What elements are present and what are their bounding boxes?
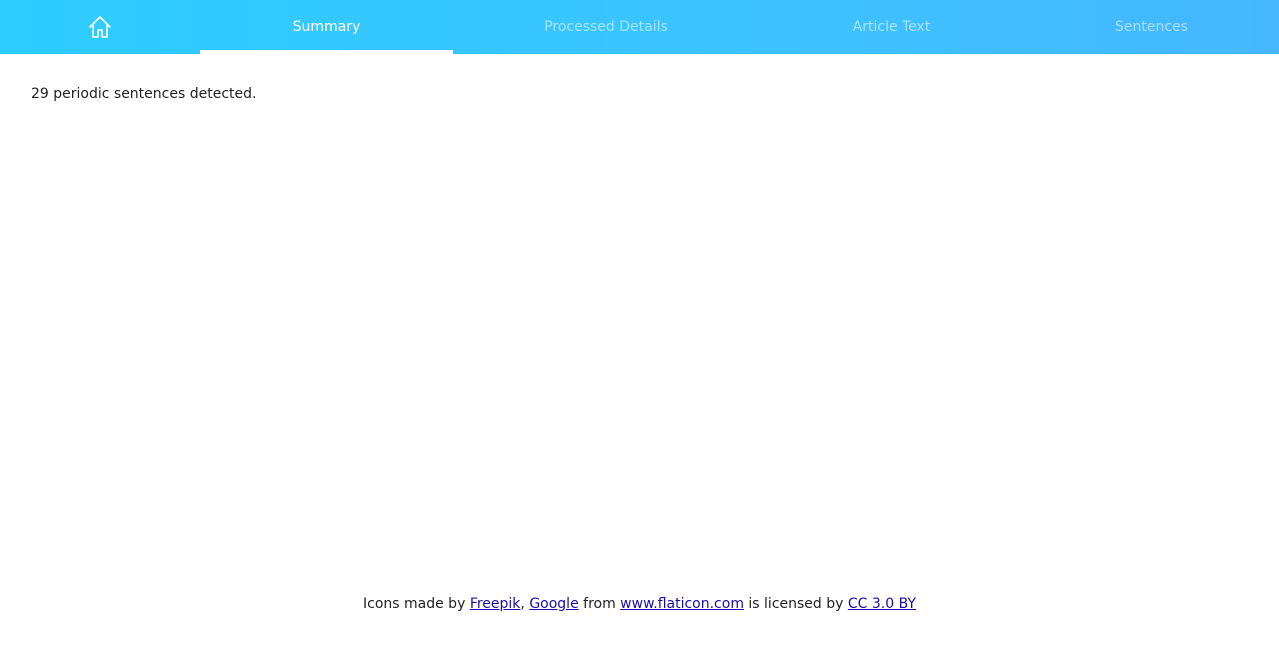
top-nav-bar: Summary Processed Details Article Text S…	[0, 0, 1279, 54]
tab-processed-details-label: Processed Details	[544, 19, 668, 35]
tab-summary[interactable]: Summary	[200, 0, 453, 54]
tab-sentences[interactable]: Sentences	[1024, 0, 1279, 54]
tab-sentences-label: Sentences	[1115, 19, 1188, 35]
freepik-link[interactable]: Freepik	[470, 596, 521, 612]
footer-from: from	[578, 596, 621, 612]
summary-text: 29 periodic sentences detected.	[31, 86, 257, 102]
home-button[interactable]	[0, 0, 200, 54]
tab-article-text-label: Article Text	[852, 19, 931, 35]
flaticon-link[interactable]: www.flaticon.com	[620, 596, 744, 612]
tab-article-text[interactable]: Article Text	[759, 0, 1024, 54]
license-link[interactable]: CC 3.0 BY	[848, 596, 916, 612]
footer-licensed-by: is licensed by	[743, 596, 848, 612]
tab-summary-label: Summary	[292, 19, 361, 35]
footer-attribution: Icons made by Freepik, Google from www.f…	[0, 596, 1279, 612]
tab-processed-details[interactable]: Processed Details	[453, 0, 759, 54]
footer-prefix: Icons made by	[363, 596, 470, 612]
footer-separator: ,	[520, 596, 530, 612]
home-icon	[89, 16, 111, 38]
google-link[interactable]: Google	[529, 596, 578, 612]
